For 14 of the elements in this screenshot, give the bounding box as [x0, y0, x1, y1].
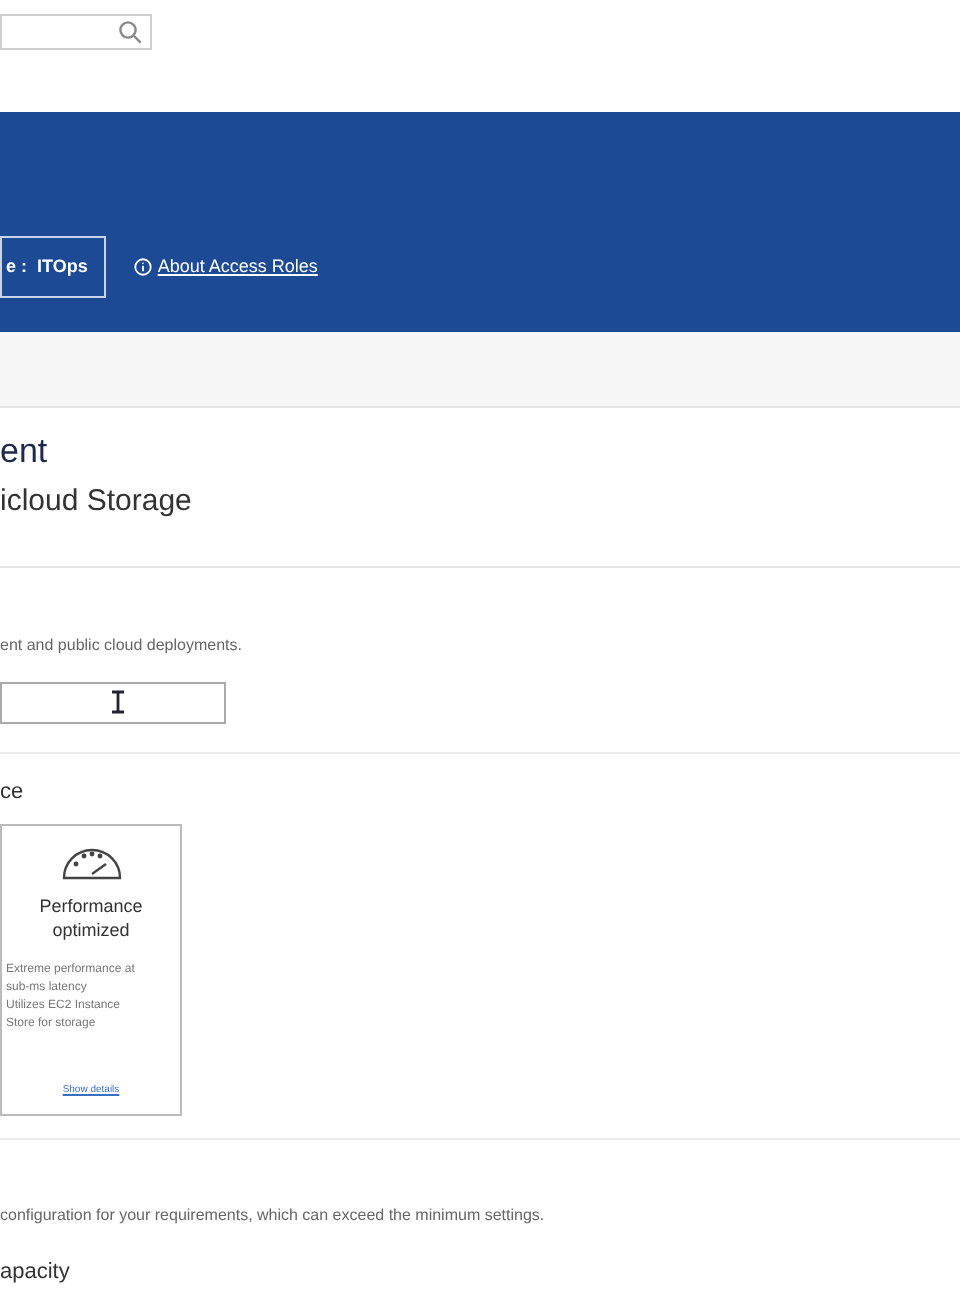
card-title: Performance optimized	[37, 894, 145, 942]
about-roles-link[interactable]: About Access Roles	[133, 253, 318, 281]
input-field[interactable]	[0, 681, 226, 723]
role-chip[interactable]: e : ITOps	[0, 236, 106, 298]
deployment-description: ent and public cloud deployments.	[0, 633, 244, 657]
page-title: ent	[0, 430, 50, 474]
search-field[interactable]	[0, 14, 152, 50]
capacity-label: apacity	[0, 1258, 72, 1288]
search-icon	[118, 20, 142, 44]
page-subtitle: icloud Storage	[0, 482, 194, 522]
performance-label: ce	[0, 777, 26, 807]
text-cursor-icon	[110, 690, 126, 714]
info-icon	[133, 258, 152, 276]
capacity-description: configuration for your requirements, which can exceed the minimum settings.	[0, 1204, 547, 1228]
